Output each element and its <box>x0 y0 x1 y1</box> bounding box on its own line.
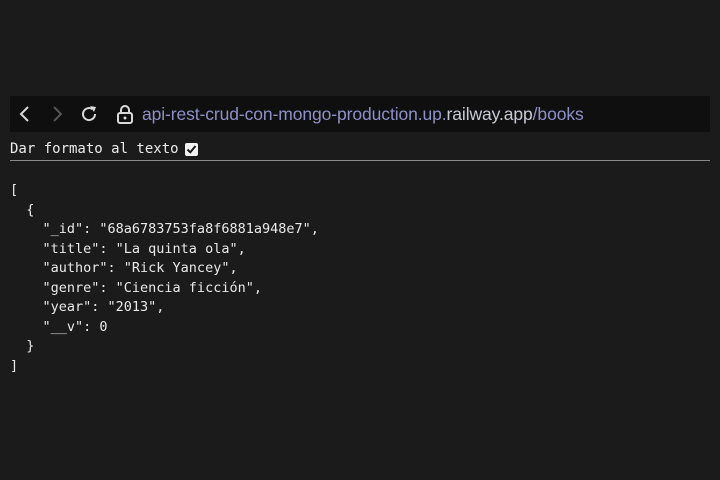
back-button[interactable] <box>10 99 40 129</box>
forward-button[interactable] <box>42 99 72 129</box>
json-line: { <box>10 201 35 218</box>
back-icon <box>19 106 29 122</box>
url-path: api-rest-crud-con-mongo-production.up. <box>142 103 447 124</box>
json-line: } <box>10 338 35 354</box>
json-body: [ { "_id": "68a6783753fa8f6881a948e7", "… <box>10 181 319 376</box>
url-host: railway.app <box>446 103 533 124</box>
json-line: [ <box>10 182 19 198</box>
json-line: "__v": 0 <box>10 318 108 335</box>
json-line: "_id": "68a6783753fa8f6881a948e7", <box>10 221 319 237</box>
lock-icon <box>117 105 133 124</box>
pretty-print-label: Dar formato al texto <box>10 141 179 157</box>
browser-window: api-rest-crud-con-mongo-production.up.ra… <box>0 0 720 480</box>
url-tail: /books <box>532 103 584 124</box>
site-info-button[interactable] <box>114 99 136 129</box>
json-line: "author": "Rick Yancey", <box>10 260 238 276</box>
reload-button[interactable] <box>74 99 104 129</box>
forward-icon <box>53 106 63 122</box>
json-line: "year": "2013", <box>10 299 165 315</box>
json-line: ] <box>10 357 19 374</box>
reload-icon <box>82 106 97 122</box>
browser-toolbar: api-rest-crud-con-mongo-production.up.ra… <box>10 96 710 132</box>
checkmark-icon <box>186 144 196 154</box>
json-line: "title": "La quinta ola", <box>10 240 246 257</box>
pretty-print-bar: Dar formato al texto <box>10 138 710 161</box>
pretty-print-checkbox[interactable] <box>184 142 198 156</box>
address-bar[interactable]: api-rest-crud-con-mongo-production.up.ra… <box>142 104 584 125</box>
json-line: "genre": "Ciencia ficción", <box>10 279 262 296</box>
